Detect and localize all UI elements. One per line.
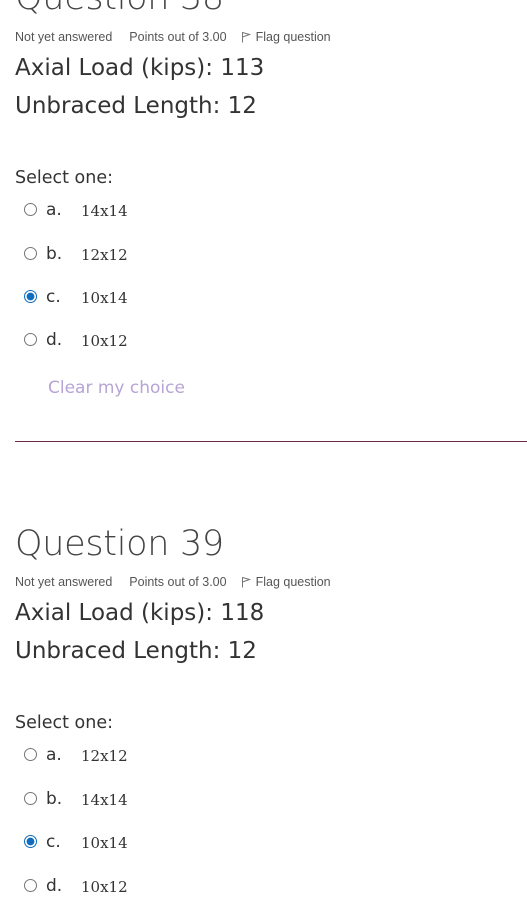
option-answer: 12x12 <box>81 246 128 264</box>
option-answer: 12x12 <box>81 747 128 765</box>
question-grade: Points out of 3.00 <box>129 30 227 44</box>
select-one-prompt: Select one: <box>15 168 114 188</box>
option-letter: a. <box>46 745 62 765</box>
question-info: Not yet answered Points out of 3.00 Flag… <box>15 30 331 44</box>
question-info: Not yet answered Points out of 3.00 Flag… <box>15 575 331 589</box>
question-state: Not yet answered <box>15 575 113 589</box>
option-letter: b. <box>46 789 63 809</box>
answer-radio-b[interactable] <box>24 246 37 260</box>
option-letter: a. <box>46 200 62 220</box>
option-letter: c. <box>46 287 61 307</box>
answer-option-c[interactable]: c. 10x14 <box>24 286 128 307</box>
question-title: Question 38 <box>15 0 224 18</box>
option-answer: 10x14 <box>81 834 128 852</box>
option-letter: d. <box>46 876 63 896</box>
answer-option-b[interactable]: b. 12x12 <box>24 243 128 264</box>
option-answer: 14x14 <box>81 202 128 220</box>
answer-radio-b[interactable] <box>24 791 37 805</box>
answer-radio-c[interactable] <box>24 289 37 303</box>
question-divider <box>15 441 527 442</box>
option-answer: 10x12 <box>81 878 128 896</box>
clear-my-choice-link[interactable]: Clear my choice <box>48 378 185 398</box>
question-grade: Points out of 3.00 <box>129 575 227 589</box>
select-one-prompt: Select one: <box>15 713 114 733</box>
option-letter: b. <box>46 244 63 264</box>
question-text-load: Axial Load (kips): 113 <box>15 55 265 81</box>
option-letter: c. <box>46 832 61 852</box>
question-38: Question 38 Not yet answered Points out … <box>15 0 527 441</box>
answer-radio-d[interactable] <box>24 878 37 892</box>
question-39: Question 39 Not yet answered Points out … <box>15 524 527 915</box>
option-letter: d. <box>46 330 63 350</box>
answer-radio-d[interactable] <box>24 332 37 346</box>
question-title: Question 39 <box>15 524 224 564</box>
answer-radio-c[interactable] <box>24 834 37 848</box>
flag-icon <box>241 576 251 588</box>
flag-icon <box>241 31 251 43</box>
answer-option-c[interactable]: c. 10x14 <box>24 831 128 852</box>
flag-question-button[interactable]: Flag question <box>241 30 331 44</box>
answer-option-a[interactable]: a. 12x12 <box>24 744 128 765</box>
answer-radio-a[interactable] <box>24 747 37 761</box>
flag-question-label: Flag question <box>255 575 331 589</box>
flag-question-button[interactable]: Flag question <box>241 575 331 589</box>
answer-option-d[interactable]: d. 10x12 <box>24 875 128 896</box>
question-state: Not yet answered <box>15 30 113 44</box>
answer-radio-a[interactable] <box>24 202 37 216</box>
question-text-length: Unbraced Length: 12 <box>15 638 257 664</box>
question-text-length: Unbraced Length: 12 <box>15 93 257 119</box>
option-answer: 10x12 <box>81 332 128 350</box>
option-answer: 10x14 <box>81 289 128 307</box>
answer-option-d[interactable]: d. 10x12 <box>24 329 128 350</box>
option-answer: 14x14 <box>81 791 128 809</box>
answer-option-b[interactable]: b. 14x14 <box>24 788 128 809</box>
answer-option-a[interactable]: a. 14x14 <box>24 199 128 220</box>
flag-question-label: Flag question <box>255 30 331 44</box>
question-text-load: Axial Load (kips): 118 <box>15 600 265 626</box>
